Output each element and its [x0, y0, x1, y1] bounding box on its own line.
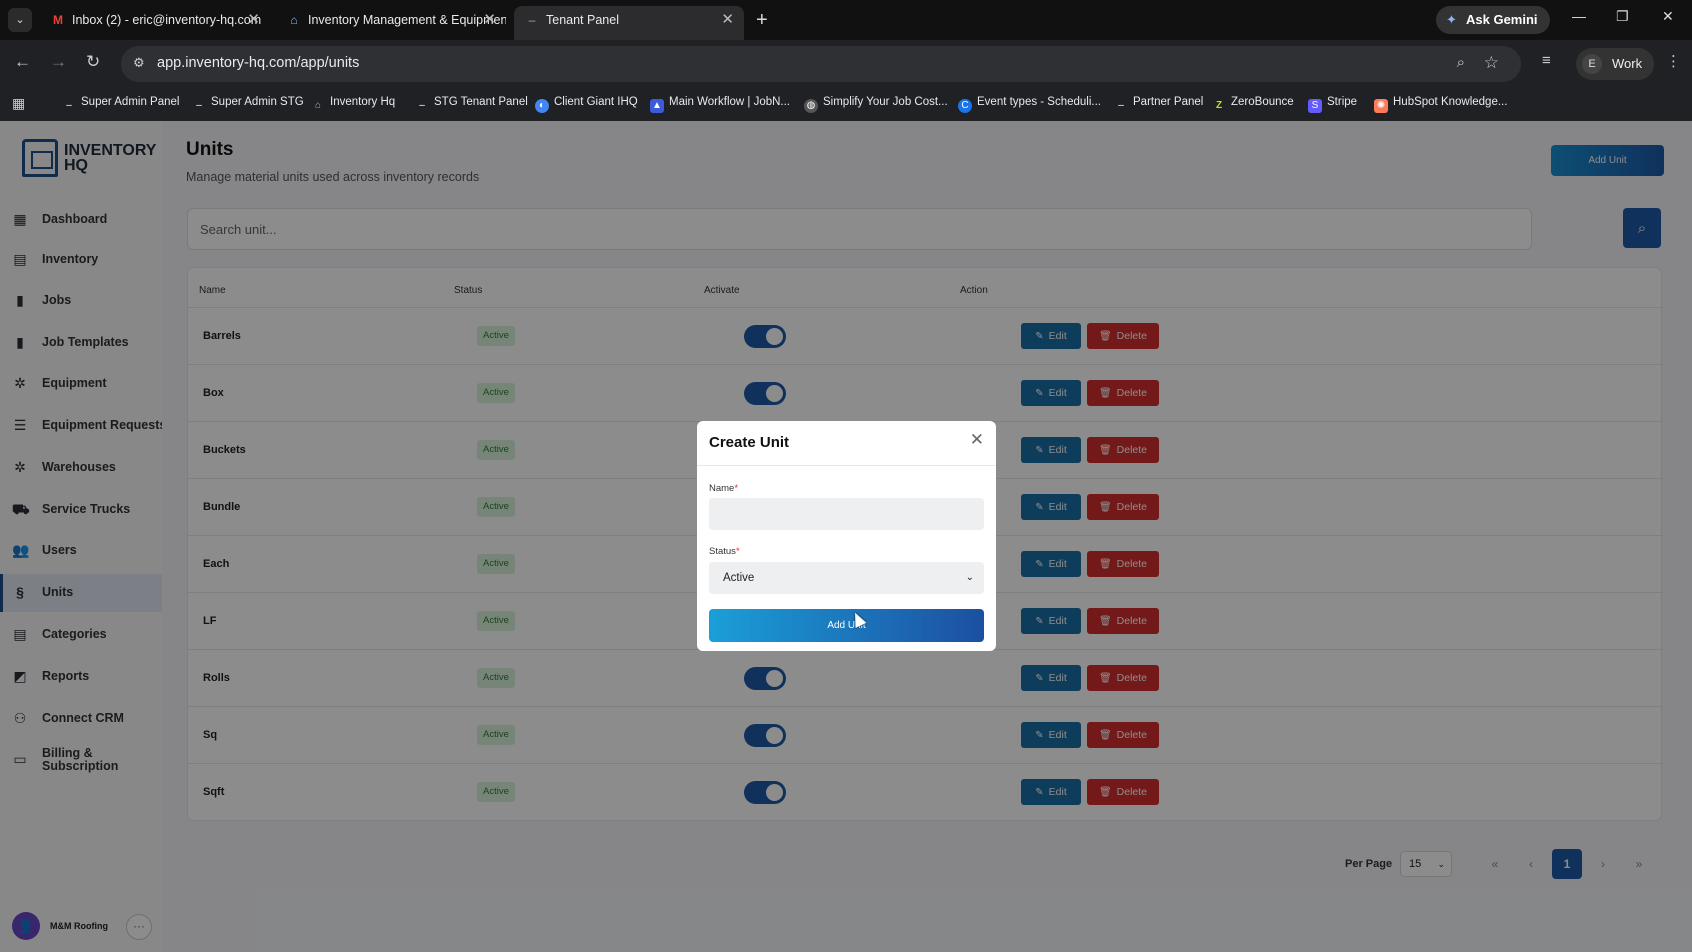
dash-icon: –	[196, 100, 202, 111]
tab-inbox[interactable]: M Inbox (2) - eric@inventory-hq.com ✕	[40, 6, 270, 40]
bookmark-item[interactable]: ◐ Client Giant IHQ	[535, 96, 638, 113]
dash-icon: –	[528, 13, 536, 27]
submit-add-unit-button[interactable]: Add Unit	[709, 609, 984, 642]
bookmark-item[interactable]: C Event types - Scheduli...	[958, 96, 1101, 113]
globe-icon: ◍	[804, 99, 818, 113]
hubspot-icon: ✺	[1374, 99, 1388, 113]
window-close-icon[interactable]: ✕	[1662, 8, 1674, 25]
back-arrow-icon[interactable]: ←	[14, 52, 31, 72]
close-icon[interactable]: ✕	[970, 430, 984, 450]
bookmark-item[interactable]: Z ZeroBounce	[1212, 96, 1294, 113]
inventory-hq-icon: ⌂	[314, 100, 322, 111]
bookmark-item[interactable]: ▲ Main Workflow | JobN...	[650, 96, 790, 113]
inventory-hq-icon: ⌂	[290, 13, 298, 27]
tab-title: Tenant Panel	[546, 13, 619, 27]
restore-icon[interactable]: ❐	[1616, 8, 1629, 25]
ask-gemini-button[interactable]: ✦ Ask Gemini	[1436, 6, 1550, 34]
chevron-down-icon: ⌄	[965, 572, 974, 583]
gmail-icon: M	[53, 13, 63, 27]
tab-tenant-panel[interactable]: – Tenant Panel ✕	[514, 6, 744, 40]
dash-icon: –	[1118, 100, 1124, 111]
tab-search-dropdown[interactable]: ⌄	[8, 8, 32, 32]
bookmarks-bar: ▦ – Super Admin Panel – Super Admin STG ⌂ I…	[0, 88, 1692, 120]
calendly-icon: C	[958, 99, 972, 113]
bookmark-item[interactable]: – Super Admin Panel	[62, 96, 179, 113]
close-icon[interactable]: ✕	[247, 6, 260, 34]
close-icon[interactable]: ✕	[483, 6, 496, 34]
dash-icon: –	[66, 100, 72, 111]
site-settings-icon[interactable]: ⚙	[133, 55, 145, 71]
profile-button[interactable]: E Work	[1576, 48, 1655, 80]
status-field-label: Status*	[709, 546, 740, 557]
browser-chrome: ⌄ M Inbox (2) - eric@inventory-hq.com ✕ …	[0, 0, 1692, 121]
create-unit-modal: Create Unit ✕ Name* Status* Active ⌄ Add…	[697, 421, 996, 651]
name-field-label: Name*	[709, 483, 739, 494]
bookmark-item[interactable]: ⌂ Inventory Hq	[311, 96, 395, 113]
address-bar[interactable]: ⚙ app.inventory-hq.com/app/units ⌕ ☆	[121, 46, 1521, 82]
bookmark-item[interactable]: – Super Admin STG	[192, 96, 303, 113]
bookmark-item[interactable]: S Stripe	[1308, 96, 1357, 113]
bookmark-star-icon[interactable]: ☆	[1484, 53, 1499, 73]
bookmark-item[interactable]: – Partner Panel	[1114, 96, 1203, 113]
tab-inventory-management[interactable]: ⌂ Inventory Management & Equipment ✕	[276, 6, 506, 40]
tab-title: Inbox (2) - eric@inventory-hq.com	[72, 13, 262, 27]
browser-toolbar: ← → ↻ ⚙ app.inventory-hq.com/app/units ⌕…	[0, 44, 1692, 84]
dash-icon: –	[419, 100, 425, 111]
tab-strip: ⌄ M Inbox (2) - eric@inventory-hq.com ✕ …	[0, 0, 1692, 40]
reload-icon[interactable]: ↻	[86, 52, 100, 72]
apps-grid-icon[interactable]: ▦	[12, 95, 25, 112]
forward-arrow-icon[interactable]: →	[50, 52, 67, 72]
new-tab-button[interactable]: +	[756, 6, 768, 34]
url-text: app.inventory-hq.com/app/units	[157, 55, 360, 71]
modal-header: Create Unit ✕	[697, 421, 996, 466]
kebab-menu-icon[interactable]: ⋮	[1666, 52, 1681, 70]
stripe-icon: S	[1308, 99, 1322, 113]
status-select[interactable]: Active ⌄	[709, 562, 984, 594]
tab-title: Inventory Management & Equipment	[308, 13, 506, 27]
modal-title: Create Unit	[709, 434, 790, 451]
media-controls-icon[interactable]: ≡	[1542, 52, 1551, 69]
bookmark-item[interactable]: ◍ Simplify Your Job Cost...	[804, 96, 948, 113]
bookmark-item[interactable]: ✺ HubSpot Knowledge...	[1374, 96, 1507, 113]
jobnimbus-icon: ▲	[650, 99, 664, 113]
zerobounce-icon: Z	[1215, 100, 1223, 111]
unit-name-input[interactable]	[709, 498, 984, 530]
minimize-icon[interactable]: —	[1572, 8, 1586, 24]
zoom-icon[interactable]: ⌕	[1457, 54, 1465, 71]
bookmark-item[interactable]: – STG Tenant Panel	[415, 96, 528, 113]
profile-avatar: E	[1582, 54, 1602, 74]
gemini-spark-icon: ✦	[1446, 12, 1457, 27]
client-giant-icon: ◐	[535, 99, 549, 113]
close-icon[interactable]: ✕	[721, 6, 734, 34]
